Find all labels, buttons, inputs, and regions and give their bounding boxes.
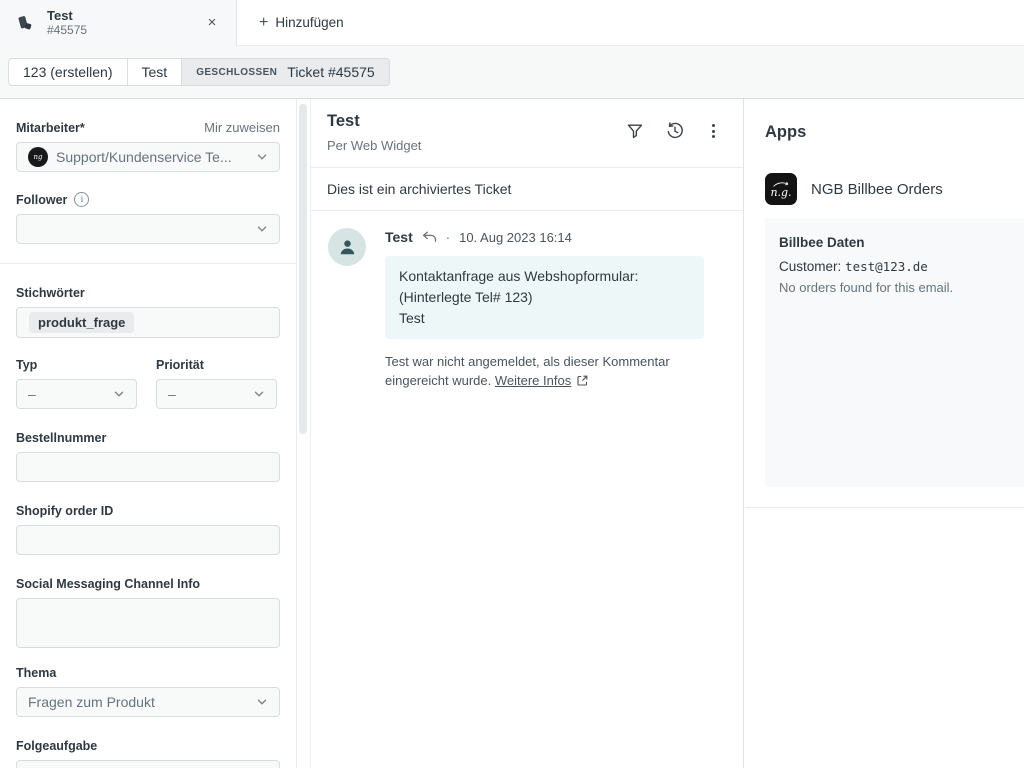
priority-value: –	[168, 386, 176, 402]
conversation-panel: Test Per Web Widget Dies ist ein archivi…	[310, 99, 744, 768]
ticket-icon	[15, 13, 35, 33]
priority-select[interactable]: –	[156, 379, 277, 409]
apps-divider	[745, 507, 1024, 508]
filter-icon[interactable]	[626, 122, 644, 140]
comment-message: Kontaktanfrage aus Webshopformular: (Hin…	[385, 256, 704, 339]
status-badge: GESCHLOSSEN	[196, 67, 277, 78]
chevron-down-icon	[256, 151, 268, 163]
billbee-data-card: Billbee Daten Customer: test@123.de No o…	[765, 218, 1024, 487]
chevron-down-icon	[113, 388, 125, 400]
comment-note: Test war nicht angemeldet, als dieser Ko…	[385, 352, 721, 391]
chevron-down-icon	[256, 696, 268, 708]
kebab-menu-icon[interactable]	[706, 122, 721, 140]
customer-line: Customer: test@123.de	[779, 259, 1010, 274]
tags-label: Stichwörter	[16, 286, 85, 300]
ticket-fields-panel: Mitarbeiter* Mir zuweisen ng Support/Kun…	[0, 99, 297, 768]
comment-author: Test	[385, 229, 413, 245]
chevron-down-icon	[256, 223, 268, 235]
comment-timestamp: 10. Aug 2023 16:14	[459, 230, 572, 245]
apps-title: Apps	[765, 123, 1024, 142]
plus-icon: +	[259, 14, 268, 32]
thema-label: Thema	[16, 666, 56, 680]
shopify-order-id-label: Shopify order ID	[16, 504, 113, 518]
follower-label: Follower	[16, 193, 67, 207]
assignee-label: Mitarbeiter*	[16, 121, 85, 135]
close-tab-icon[interactable]: ×	[202, 12, 222, 32]
apps-panel: Apps n.g. NGB Billbee Orders Billbee Dat…	[745, 99, 1024, 768]
thema-select[interactable]: Fragen zum Produkt	[16, 687, 280, 717]
assignee-avatar: ng	[28, 147, 48, 167]
ticket-tab-title: Test	[47, 8, 87, 23]
breadcrumb-ticket-segment[interactable]: GESCHLOSSEN Ticket #45575	[181, 59, 389, 85]
no-orders-text: No orders found for this email.	[779, 280, 1010, 295]
folgeaufgabe-label: Folgeaufgabe	[16, 739, 97, 753]
info-icon[interactable]: i	[74, 192, 89, 207]
thema-value: Fragen zum Produkt	[28, 694, 155, 710]
conversation-header: Test Per Web Widget	[311, 99, 743, 168]
chevron-down-icon	[253, 388, 265, 400]
billbee-logo-text: n.g.	[770, 188, 791, 198]
order-number-label: Bestellnummer	[16, 431, 106, 445]
shopify-order-id-input[interactable]	[16, 525, 280, 555]
breadcrumb: 123 (erstellen) Test GESCHLOSSEN Ticket …	[0, 46, 1024, 99]
sidebar-scrollbar	[297, 99, 310, 768]
billbee-card-title: Billbee Daten	[779, 235, 1010, 250]
folgeaufgabe-input[interactable]	[16, 760, 280, 768]
dot-separator: ·	[446, 230, 450, 245]
ticket-tab[interactable]: Test #45575 ×	[0, 0, 237, 46]
assignee-value: Support/Kundenservice Te...	[56, 149, 256, 165]
archived-ticket-banner: Dies ist ein archiviertes Ticket	[311, 168, 743, 211]
history-icon[interactable]	[665, 121, 685, 141]
breadcrumb-subject[interactable]: Test	[127, 59, 182, 85]
app-name: NGB Billbee Orders	[811, 181, 943, 198]
follower-select[interactable]	[16, 214, 280, 244]
breadcrumb-requester[interactable]: 123 (erstellen)	[9, 59, 127, 85]
add-tab-button[interactable]: + Hinzufügen	[249, 0, 354, 45]
ticket-tab-texts: Test #45575	[47, 8, 87, 38]
comment: Test · 10. Aug 2023 16:14 Kontaktanfrage…	[311, 211, 743, 391]
app-row-billbee[interactable]: n.g. NGB Billbee Orders	[765, 173, 1024, 205]
customer-email: test@123.de	[845, 259, 928, 274]
sidebar-divider	[0, 263, 296, 264]
assignee-select[interactable]: ng Support/Kundenservice Te...	[16, 142, 280, 172]
assign-to-me-link[interactable]: Mir zuweisen	[204, 120, 280, 135]
reply-icon	[422, 231, 437, 243]
weitere-infos-link[interactable]: Weitere Infos	[495, 373, 571, 388]
external-link-icon	[577, 372, 588, 391]
add-tab-label: Hinzufügen	[275, 15, 343, 30]
scrollbar-thumb[interactable]	[299, 104, 307, 434]
ticket-tab-id: #45575	[47, 23, 87, 38]
avatar	[328, 228, 366, 266]
type-select[interactable]: –	[16, 379, 137, 409]
ticket-number: Ticket #45575	[287, 64, 374, 80]
tags-input[interactable]: produkt_frage	[16, 307, 280, 338]
tag-chip[interactable]: produkt_frage	[29, 312, 134, 333]
customer-label: Customer:	[779, 259, 841, 274]
social-channel-label: Social Messaging Channel Info	[16, 577, 200, 591]
social-channel-input[interactable]	[16, 598, 280, 648]
app-window: Test #45575 × + Hinzufügen 123 (erstelle…	[0, 0, 1024, 768]
comment-body: Test · 10. Aug 2023 16:14 Kontaktanfrage…	[385, 226, 721, 391]
type-value: –	[28, 386, 36, 402]
billbee-app-icon: n.g.	[765, 173, 797, 205]
priority-label: Priorität	[156, 358, 204, 372]
tab-bar: Test #45575 × + Hinzufügen	[0, 0, 1024, 46]
order-number-input[interactable]	[16, 452, 280, 482]
type-label: Typ	[16, 358, 37, 372]
breadcrumb-segments: 123 (erstellen) Test GESCHLOSSEN Ticket …	[8, 58, 390, 86]
